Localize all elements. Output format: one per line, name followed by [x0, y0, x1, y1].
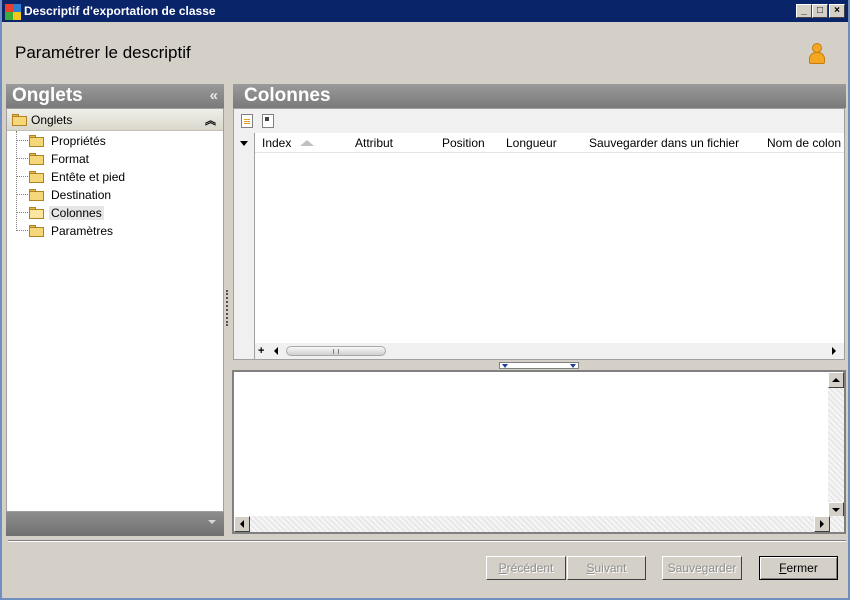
detail-vertical-scrollbar[interactable]: [828, 372, 844, 518]
maximize-button[interactable]: □: [812, 4, 828, 18]
collapse-left-panel-button[interactable]: «: [210, 84, 218, 108]
chevron-down-icon[interactable]: [208, 520, 216, 524]
scroll-left-button[interactable]: [234, 516, 250, 532]
previous-button[interactable]: Précédent: [486, 556, 566, 580]
user-icon: [808, 43, 826, 65]
tree-item-entete-et-pied[interactable]: Entête et pied: [7, 168, 223, 186]
scroll-up-button[interactable]: [828, 372, 844, 388]
close-button[interactable]: Fermer: [759, 556, 838, 580]
vertical-splitter-grip[interactable]: [226, 290, 229, 326]
open-folder-icon: [29, 207, 44, 219]
tree-root-onglets[interactable]: Onglets ︽: [7, 109, 223, 131]
folder-icon: [12, 114, 27, 126]
folder-icon: [29, 189, 44, 201]
sort-ascending-icon: [300, 140, 314, 146]
scroll-right-icon[interactable]: [832, 347, 836, 355]
close-window-button[interactable]: ×: [829, 4, 845, 18]
grid-header: Index Attribut Position Longueur Sauvega…: [234, 133, 844, 153]
save-button[interactable]: Sauvegarder: [662, 556, 742, 580]
page-title: Paramétrer le descriptif: [15, 43, 191, 62]
footer-divider: [8, 540, 846, 542]
row-selector-column: [234, 133, 255, 359]
horizontal-splitter[interactable]: [233, 360, 845, 370]
tree-item-label: Paramètres: [51, 224, 114, 238]
scroll-thumb[interactable]: [286, 346, 386, 356]
app-icon: [5, 4, 21, 20]
new-document-icon[interactable]: [241, 114, 253, 128]
right-panel-header: Colonnes: [233, 84, 846, 108]
tree-item-label: Destination: [51, 188, 112, 202]
right-panel-title: Colonnes: [244, 85, 331, 106]
column-header-longueur[interactable]: Longueur: [506, 136, 557, 150]
scroll-right-button[interactable]: [814, 516, 830, 532]
folder-icon: [29, 225, 44, 237]
close-label: ermer: [786, 561, 818, 575]
title-bar[interactable]: Descriptif d'exportation de classe _ □ ×: [2, 0, 848, 22]
tabs-tree: Onglets ︽ Propriétés Format Entête et pi…: [6, 108, 224, 512]
splitter-handle[interactable]: [499, 362, 579, 369]
tree-item-parametres[interactable]: Paramètres: [7, 222, 223, 240]
tree-root-label: Onglets: [31, 113, 73, 127]
left-panel-header: Onglets «: [6, 84, 224, 108]
tree-item-destination[interactable]: Destination: [7, 186, 223, 204]
collapse-tree-icon[interactable]: ︽: [205, 112, 216, 128]
column-header-attribut[interactable]: Attribut: [355, 136, 393, 150]
tree-item-label: Propriétés: [51, 134, 106, 148]
main-window: Descriptif d'exportation de classe _ □ ×…: [0, 0, 850, 600]
column-header-index[interactable]: Index: [262, 136, 291, 150]
columns-grid: Index Attribut Position Longueur Sauvega…: [233, 108, 845, 360]
folder-icon: [29, 153, 44, 165]
previous-label: récédent: [506, 561, 554, 575]
chevron-down-icon[interactable]: [240, 141, 248, 146]
tree-item-format[interactable]: Format: [7, 150, 223, 168]
detail-horizontal-scrollbar[interactable]: [234, 516, 844, 532]
edit-document-icon[interactable]: [262, 114, 274, 128]
folder-icon: [29, 171, 44, 183]
folder-icon: [29, 135, 44, 147]
window-title: Descriptif d'exportation de classe: [24, 4, 216, 18]
grid-toolbar: [234, 109, 844, 133]
add-row-button[interactable]: +: [258, 345, 264, 357]
close-accel: F: [779, 561, 787, 575]
left-panel-title: Onglets: [12, 85, 83, 106]
detail-pane[interactable]: [232, 370, 846, 534]
column-header-nom-de-colonne[interactable]: Nom de colon: [767, 136, 841, 150]
tree-item-proprietes[interactable]: Propriétés: [7, 132, 223, 150]
tree-item-label: Colonnes: [49, 206, 104, 220]
column-header-position[interactable]: Position: [442, 136, 485, 150]
scroll-left-icon[interactable]: [274, 347, 278, 355]
tree-item-label: Entête et pied: [51, 170, 126, 184]
chevron-down-icon: [502, 364, 508, 368]
left-panel-footer[interactable]: [6, 512, 224, 536]
minimize-button[interactable]: _: [796, 4, 812, 18]
tree-item-label: Format: [51, 152, 90, 166]
next-label: uivant: [594, 561, 627, 575]
next-button[interactable]: Suivant: [567, 556, 646, 580]
previous-accel: P: [498, 561, 507, 575]
chevron-down-icon: [570, 364, 576, 368]
column-header-sauvegarder[interactable]: Sauvegarder dans un fichier: [589, 136, 739, 150]
tree-item-colonnes[interactable]: Colonnes: [7, 204, 223, 222]
